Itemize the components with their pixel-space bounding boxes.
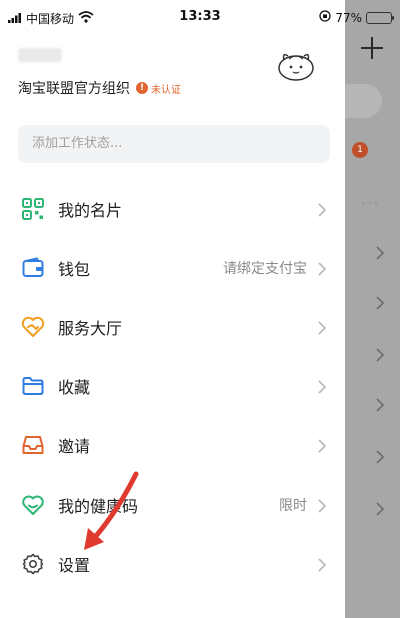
- rotation-lock-icon: [319, 10, 331, 25]
- blurred-user-name: [18, 48, 62, 62]
- work-status-input[interactable]: 添加工作状态...: [18, 125, 330, 163]
- menu-item-service-hall[interactable]: 服务大厅: [0, 298, 345, 356]
- health-heart-icon: [20, 492, 46, 518]
- work-status-placeholder: 添加工作状态...: [32, 136, 123, 151]
- qr-code-icon: [20, 196, 46, 222]
- cartoon-avatar-icon: [278, 53, 314, 81]
- avatar[interactable]: [276, 48, 316, 84]
- battery-icon: [366, 11, 394, 24]
- add-icon[interactable]: [360, 36, 384, 60]
- chevron-right-icon: [317, 202, 327, 217]
- chevron-right-icon: [317, 261, 327, 276]
- wallet-icon: [20, 255, 46, 281]
- folder-icon: [20, 373, 46, 399]
- chevron-right-icon: [317, 557, 327, 572]
- chevron-right-icon: [375, 450, 387, 464]
- menu-item-invite[interactable]: 邀请: [0, 416, 345, 474]
- menu-item-extra: 限时: [279, 498, 307, 514]
- chevron-right-icon: [375, 502, 387, 516]
- handshake-heart-icon: [20, 314, 46, 340]
- chevron-right-icon: [317, 379, 327, 394]
- battery-percent: 77%: [335, 10, 362, 25]
- exclamation-icon: !: [136, 82, 148, 94]
- org-name: 淘宝联盟官方组织: [18, 81, 130, 97]
- menu-item-label: 邀请: [58, 437, 91, 456]
- menu-item-label: 我的名片: [58, 201, 123, 220]
- org-row[interactable]: 淘宝联盟官方组织 ! 未认证: [18, 78, 181, 98]
- menu-item-favorites[interactable]: 收藏: [0, 357, 345, 415]
- verify-badge[interactable]: ! 未认证: [136, 81, 181, 96]
- unread-badge: 1: [352, 142, 368, 158]
- menu-item-business-card[interactable]: 我的名片: [0, 180, 345, 238]
- menu-item-label: 钱包: [58, 260, 91, 279]
- chevron-right-icon: [375, 246, 387, 260]
- side-drawer: 淘宝联盟官方组织 ! 未认证 添加工作状态... 我的名片 钱包 请绑定支付宝 …: [0, 0, 345, 618]
- invite-box-icon: [20, 432, 46, 458]
- unread-count: 1: [357, 145, 363, 155]
- gear-icon: [20, 551, 46, 577]
- chevron-right-icon: [317, 498, 327, 513]
- chevron-right-icon: [317, 438, 327, 453]
- more-icon: ···: [361, 196, 381, 212]
- chevron-right-icon: [317, 320, 327, 335]
- menu-item-settings[interactable]: 设置: [0, 535, 345, 593]
- verify-badge-label: 未认证: [151, 84, 181, 96]
- menu-item-label: 服务大厅: [58, 319, 123, 338]
- menu-item-label: 我的健康码: [58, 497, 139, 516]
- chevron-right-icon: [375, 296, 387, 310]
- menu-item-label: 收藏: [58, 378, 91, 397]
- menu-item-extra: 请绑定支付宝: [223, 261, 307, 277]
- chevron-right-icon: [375, 348, 387, 362]
- menu-item-label: 设置: [58, 556, 91, 575]
- menu-item-wallet[interactable]: 钱包 请绑定支付宝: [0, 239, 345, 297]
- chevron-right-icon: [375, 398, 387, 412]
- status-bar: 中国移动 13:33 77%: [0, 0, 400, 30]
- menu-item-health-code[interactable]: 我的健康码 限时: [0, 476, 345, 534]
